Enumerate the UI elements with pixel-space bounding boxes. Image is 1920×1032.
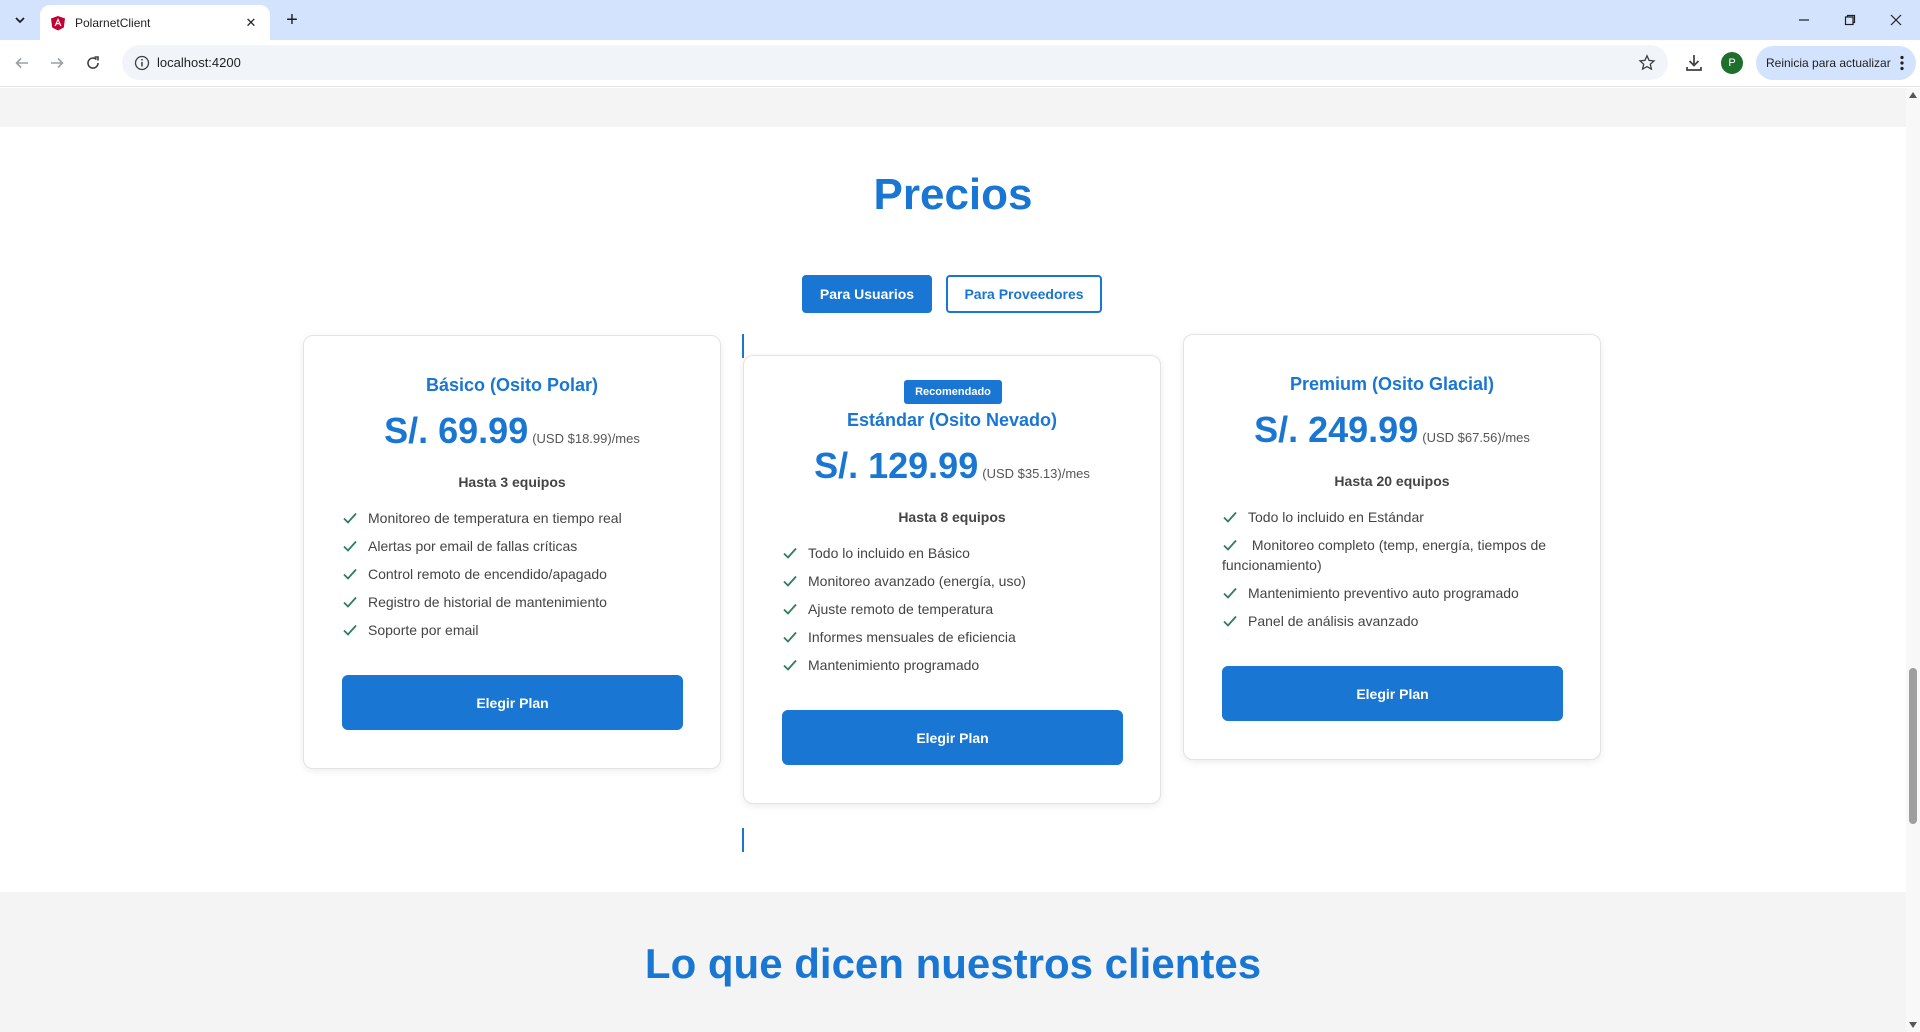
check-icon bbox=[342, 622, 358, 638]
check-icon bbox=[782, 545, 798, 561]
list-item: Mantenimiento preventivo auto programado bbox=[1222, 583, 1572, 603]
scroll-down-arrow-icon[interactable] bbox=[1909, 1022, 1917, 1028]
check-icon bbox=[342, 566, 358, 582]
previous-section-band bbox=[0, 88, 1906, 127]
plan-name: Básico (Osito Polar) bbox=[425, 375, 599, 395]
bookmark-star-icon[interactable] bbox=[1638, 54, 1656, 72]
recommended-badge: Recomendado bbox=[904, 380, 1002, 404]
check-icon bbox=[1222, 509, 1238, 525]
list-item: Registro de historial de mantenimiento bbox=[342, 592, 692, 612]
plan-price-row: S/. 69.99 (USD $18.99)/mes bbox=[304, 410, 720, 452]
update-label: Reinicia para actualizar bbox=[1766, 56, 1891, 70]
check-icon bbox=[1222, 585, 1238, 601]
address-url: localhost:4200 bbox=[157, 55, 241, 70]
page-scrollbar[interactable] bbox=[1906, 88, 1920, 1032]
list-item: Control remoto de encendido/apagado bbox=[342, 564, 692, 584]
list-item: Panel de análisis avanzado bbox=[1222, 611, 1572, 631]
angular-logo-icon bbox=[50, 15, 66, 31]
carousel-divider-top bbox=[742, 334, 744, 358]
scrollbar-thumb[interactable] bbox=[1909, 668, 1917, 824]
check-icon bbox=[1222, 613, 1238, 629]
choose-plan-button[interactable]: Elegir Plan bbox=[342, 675, 683, 730]
users-toggle-button[interactable]: Para Usuarios bbox=[802, 275, 932, 313]
scroll-up-arrow-icon[interactable] bbox=[1909, 92, 1917, 98]
list-item: Informes mensuales de eficiencia bbox=[782, 627, 1132, 647]
browser-tab[interactable]: PolarnetClient ✕ bbox=[40, 5, 270, 40]
choose-plan-button[interactable]: Elegir Plan bbox=[782, 710, 1123, 765]
check-icon bbox=[782, 601, 798, 617]
check-icon bbox=[342, 538, 358, 554]
plan-name: Premium (Osito Glacial) bbox=[1289, 374, 1495, 394]
plan-price-row: S/. 249.99 (USD $67.56)/mes bbox=[1184, 409, 1600, 451]
plan-price-usd: (USD $18.99)/mes bbox=[532, 431, 640, 446]
tab-list-chevron-icon[interactable] bbox=[8, 8, 32, 32]
providers-toggle-button[interactable]: Para Proveedores bbox=[946, 275, 1102, 313]
plan-devices: Hasta 20 equipos bbox=[1334, 473, 1450, 489]
list-item: Todo lo incluido en Estándar bbox=[1222, 507, 1572, 527]
new-tab-plus-icon[interactable]: + bbox=[280, 8, 304, 32]
list-item: Monitoreo completo (temp, energía, tiemp… bbox=[1222, 537, 1547, 573]
minimize-icon[interactable] bbox=[1792, 8, 1816, 32]
testimonials-section: Lo que dicen nuestros clientes bbox=[0, 892, 1906, 1032]
list-item: Ajuste remoto de temperatura bbox=[782, 599, 1132, 619]
site-info-icon[interactable] bbox=[134, 55, 150, 71]
list-item: Soporte por email bbox=[342, 620, 692, 640]
more-menu-icon[interactable] bbox=[1900, 55, 1904, 71]
plan-devices: Hasta 8 equipos bbox=[898, 509, 1006, 525]
plan-name: Estándar (Osito Nevado) bbox=[846, 410, 1058, 430]
tab-close-icon[interactable]: ✕ bbox=[242, 14, 260, 32]
back-arrow-icon[interactable] bbox=[9, 50, 35, 76]
pricing-title: Precios bbox=[873, 170, 1033, 219]
plan-price: S/. 69.99 bbox=[384, 410, 529, 451]
plan-price-row: S/. 129.99 (USD $35.13)/mes bbox=[744, 445, 1160, 487]
address-bar[interactable]: localhost:4200 bbox=[122, 45, 1668, 80]
check-icon bbox=[342, 510, 358, 526]
close-window-icon[interactable] bbox=[1884, 8, 1908, 32]
plan-price-usd: (USD $35.13)/mes bbox=[982, 466, 1090, 481]
page-viewport: Precios Para Usuarios Para Proveedores B… bbox=[0, 88, 1906, 1032]
profile-avatar[interactable]: P bbox=[1721, 52, 1743, 74]
check-icon bbox=[782, 657, 798, 673]
plan-card-standard: Recomendado Estándar (Osito Nevado) S/. … bbox=[743, 355, 1161, 804]
check-icon bbox=[782, 573, 798, 589]
carousel-divider-bottom bbox=[742, 828, 744, 852]
plan-features-list: Todo lo incluido en Básico Monitoreo ava… bbox=[782, 543, 1132, 683]
check-icon bbox=[1222, 537, 1238, 553]
plan-card-basic: Básico (Osito Polar) S/. 69.99 (USD $18.… bbox=[303, 335, 721, 769]
plan-price: S/. 249.99 bbox=[1254, 409, 1419, 450]
browser-toolbar: localhost:4200 P Reinicia para actualiza… bbox=[0, 40, 1920, 87]
list-item: Todo lo incluido en Básico bbox=[782, 543, 1132, 563]
list-item: Monitoreo avanzado (energía, uso) bbox=[782, 571, 1132, 591]
reload-icon[interactable] bbox=[80, 50, 106, 76]
list-item: Mantenimiento programado bbox=[782, 655, 1132, 675]
list-item: Monitoreo de temperatura en tiempo real bbox=[342, 508, 692, 528]
plan-features-list: Monitoreo de temperatura en tiempo real … bbox=[342, 508, 692, 648]
restore-window-icon[interactable] bbox=[1838, 8, 1862, 32]
testimonials-title: Lo que dicen nuestros clientes bbox=[644, 940, 1262, 987]
check-icon bbox=[782, 629, 798, 645]
browser-tab-bar: PolarnetClient ✕ + bbox=[0, 0, 1920, 40]
check-icon bbox=[342, 594, 358, 610]
plan-price: S/. 129.99 bbox=[814, 445, 979, 486]
plan-card-premium: Premium (Osito Glacial) S/. 249.99 (USD … bbox=[1183, 334, 1601, 760]
forward-arrow-icon[interactable] bbox=[44, 50, 70, 76]
list-item: Alertas por email de fallas críticas bbox=[342, 536, 692, 556]
tab-title: PolarnetClient bbox=[75, 15, 151, 30]
plan-features-list: Todo lo incluido en Estándar Monitoreo c… bbox=[1222, 507, 1572, 639]
downloads-icon[interactable] bbox=[1683, 52, 1705, 74]
update-browser-button[interactable]: Reinicia para actualizar bbox=[1756, 46, 1916, 80]
plan-price-usd: (USD $67.56)/mes bbox=[1422, 430, 1530, 445]
choose-plan-button[interactable]: Elegir Plan bbox=[1222, 666, 1563, 721]
plan-devices: Hasta 3 equipos bbox=[458, 474, 566, 490]
